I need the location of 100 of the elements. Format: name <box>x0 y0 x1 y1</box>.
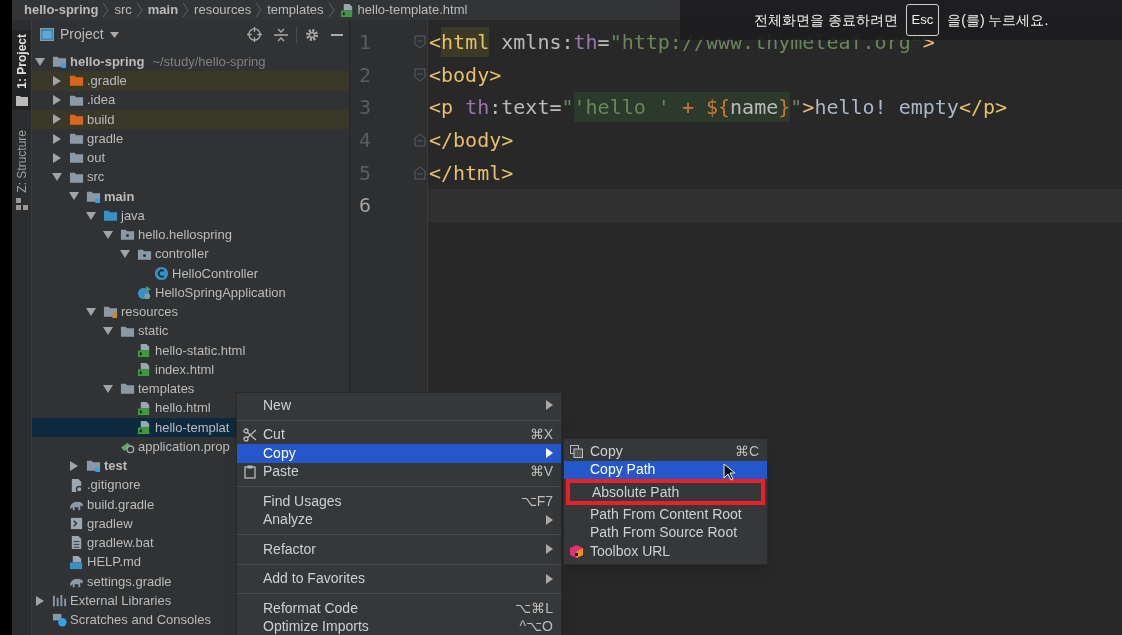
expand-arrow-icon[interactable] <box>35 595 45 606</box>
window-icon <box>40 28 54 41</box>
ignore-file-icon <box>69 477 84 493</box>
collapse-arrow-icon[interactable] <box>86 210 96 221</box>
menu-item[interactable]: Copy Path <box>564 460 767 479</box>
menu-item[interactable]: Copy <box>237 444 561 463</box>
shortcut-label: ⌥⌘L <box>515 598 553 618</box>
collapse-arrow-icon[interactable] <box>120 249 130 260</box>
text-file-icon <box>69 535 84 551</box>
tree-item[interactable]: hello.hellospring <box>32 225 349 245</box>
html-file-icon <box>339 2 355 18</box>
tree-item[interactable]: main <box>32 186 349 206</box>
expand-arrow-icon[interactable] <box>52 152 62 163</box>
tree-item[interactable]: java <box>32 206 349 226</box>
copy-icon <box>570 444 583 458</box>
tool-window-tab[interactable]: Z: Structure <box>12 125 31 215</box>
menu-item[interactable]: Path From Content Root <box>564 505 767 524</box>
code-line: <p th:text="'hello ' + ${name}">hello! empty</p> <box>428 91 1122 124</box>
menu-item[interactable]: Optimize Imports ^⌥O <box>237 617 561 635</box>
breadcrumb-item[interactable]: resources <box>194 0 252 20</box>
menu-item[interactable]: Absolute Path <box>566 479 765 505</box>
collapse-arrow-icon[interactable] <box>35 56 45 67</box>
breadcrumb-item[interactable]: main <box>147 0 179 20</box>
tree-item[interactable]: out <box>32 148 349 168</box>
folder-icon <box>69 131 84 147</box>
cube-icon <box>570 544 583 558</box>
collapse-arrow-icon[interactable] <box>52 172 62 183</box>
menu-item[interactable]: Refactor <box>237 540 561 559</box>
module-folder-icon <box>86 458 101 474</box>
tree-item[interactable]: resources <box>32 302 349 322</box>
class-icon <box>154 265 169 281</box>
menu-item[interactable]: Add to Favorites <box>237 569 561 588</box>
html-file-icon <box>137 400 152 416</box>
shortcut-label: ⌘C <box>734 441 759 461</box>
tree-item[interactable]: hello-spring ~/study/hello-spring <box>32 52 349 72</box>
menu-item[interactable]: New <box>237 396 561 415</box>
breadcrumb-item[interactable]: templates <box>267 0 324 20</box>
expand-arrow-icon[interactable] <box>52 133 62 144</box>
menu-item[interactable]: Path From Source Root <box>564 523 767 542</box>
tree-item[interactable]: gradle <box>32 129 349 149</box>
menu-item[interactable]: Find Usages ⌥F7 <box>237 492 561 511</box>
code-line: </body> <box>428 127 515 155</box>
expand-arrow-icon[interactable] <box>52 95 62 106</box>
folder-icon <box>69 73 84 89</box>
markdown-file-icon <box>69 554 84 570</box>
tree-item[interactable]: .gradle <box>32 71 349 91</box>
collapse-arrow-icon[interactable] <box>103 326 113 337</box>
project-path: ~/study/hello-spring <box>152 52 266 71</box>
collapse-arrow-icon[interactable] <box>86 306 96 317</box>
clipboard-icon <box>244 464 256 479</box>
resources-folder-icon <box>103 304 118 320</box>
chevron-icon <box>136 3 143 17</box>
menu-item[interactable]: Toolbox URL <box>564 542 767 561</box>
tree-item[interactable]: index.html <box>32 360 349 380</box>
tree-item[interactable]: static <box>32 321 349 341</box>
collapse-all-icon[interactable] <box>274 27 288 42</box>
tree-item[interactable]: HelloController <box>32 263 349 283</box>
tree-item[interactable]: templates <box>32 379 349 399</box>
source-folder-icon <box>103 208 118 224</box>
project-view-dropdown[interactable]: Project <box>40 24 119 45</box>
breadcrumb-item[interactable]: hello-spring <box>24 0 99 20</box>
settings-icon[interactable] <box>305 27 319 42</box>
breadcrumb-item[interactable]: hello-template.html <box>339 0 468 20</box>
structure-icon <box>15 198 28 211</box>
collapse-arrow-icon[interactable] <box>103 383 113 394</box>
module-folder-icon <box>52 54 67 70</box>
tree-item[interactable]: src <box>32 167 349 187</box>
shortcut-label: ⌥F7 <box>520 491 553 511</box>
libraries-icon <box>52 593 67 609</box>
menu-item[interactable]: Analyze <box>237 510 561 529</box>
chevron-icon <box>328 3 335 17</box>
chevron-icon <box>103 3 110 17</box>
code-line: <body> <box>428 61 503 89</box>
locate-icon[interactable] <box>247 27 262 42</box>
collapse-arrow-icon[interactable] <box>69 191 79 202</box>
chevron-icon <box>183 3 190 17</box>
tool-window-tab[interactable]: 1: Project <box>12 30 31 110</box>
folder-icon <box>15 94 28 106</box>
menu-item[interactable]: Reformat Code ⌥⌘L <box>237 599 561 618</box>
code-line: </html> <box>428 159 515 187</box>
collapse-arrow-icon[interactable] <box>103 229 113 240</box>
expand-arrow-icon[interactable] <box>52 114 62 125</box>
tree-item[interactable]: HelloSpringApplication <box>32 283 349 303</box>
spring-app-icon <box>137 285 152 301</box>
shortcut-label: ⌘V <box>529 462 553 482</box>
cursor-icon <box>723 463 735 481</box>
breadcrumb-item[interactable]: src <box>114 0 132 20</box>
tree-item[interactable]: build <box>32 109 349 129</box>
expand-arrow-icon[interactable] <box>69 460 79 471</box>
html-file-icon <box>137 362 152 378</box>
tree-item[interactable]: hello-static.html <box>32 340 349 360</box>
folder-icon <box>69 150 84 166</box>
html-file-icon <box>137 342 152 358</box>
terminal-file-icon <box>69 516 84 532</box>
chevron-icon <box>256 3 263 17</box>
expand-arrow-icon[interactable] <box>52 75 62 86</box>
tree-item[interactable]: controller <box>32 244 349 264</box>
menu-item[interactable]: Copy ⌘C <box>564 442 767 461</box>
html-file-icon <box>137 419 152 435</box>
tree-item[interactable]: .idea <box>32 90 349 110</box>
